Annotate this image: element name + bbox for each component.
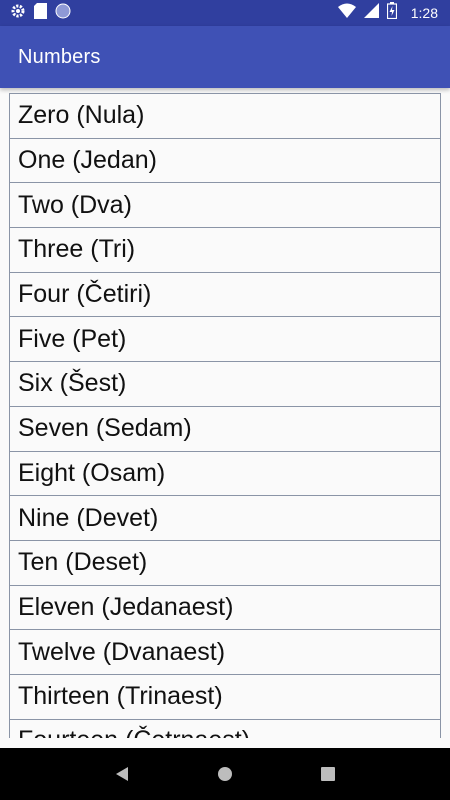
numbers-list[interactable]: Zero (Nula) One (Jedan) Two (Dva) Three … <box>9 93 441 738</box>
list-item[interactable]: Eleven (Jedanaest) <box>9 584 441 630</box>
wifi-icon <box>337 3 356 23</box>
back-icon[interactable] <box>102 754 142 794</box>
list-item[interactable]: Two (Dva) <box>9 182 441 228</box>
list-item[interactable]: Seven (Sedam) <box>9 405 441 451</box>
list-item[interactable]: Ten (Deset) <box>9 539 441 585</box>
list-item[interactable]: Nine (Devet) <box>9 495 441 540</box>
list-item[interactable]: Four (Četiri) <box>9 271 441 317</box>
list-item[interactable]: Three (Tri) <box>9 227 441 272</box>
list-item[interactable]: Thirteen (Trinaest) <box>9 673 441 719</box>
list-item[interactable]: Five (Pet) <box>9 316 441 362</box>
list-item[interactable]: Twelve (Dvanaest) <box>9 629 441 674</box>
list-item[interactable]: Zero (Nula) <box>9 93 441 138</box>
sd-card-icon <box>34 2 47 24</box>
list-item[interactable]: Fourteen (Četrnaest) <box>9 718 441 738</box>
battery-icon <box>386 2 397 24</box>
list-item[interactable]: One (Jedan) <box>9 137 441 183</box>
gear-icon <box>10 3 26 24</box>
home-icon[interactable] <box>205 754 245 794</box>
page-title: Numbers <box>18 45 101 68</box>
list-item[interactable]: Eight (Osam) <box>9 450 441 496</box>
circle-icon <box>55 3 71 24</box>
recents-icon[interactable] <box>308 754 348 794</box>
status-right: 1:28 <box>337 2 438 24</box>
navigation-bar <box>0 748 450 800</box>
status-bar: 1:28 <box>0 0 450 26</box>
status-time: 1:28 <box>410 5 438 21</box>
status-left <box>10 2 71 24</box>
app-bar: Numbers <box>0 26 450 88</box>
list-item[interactable]: Six (Šest) <box>9 361 441 406</box>
signal-icon <box>363 3 379 23</box>
